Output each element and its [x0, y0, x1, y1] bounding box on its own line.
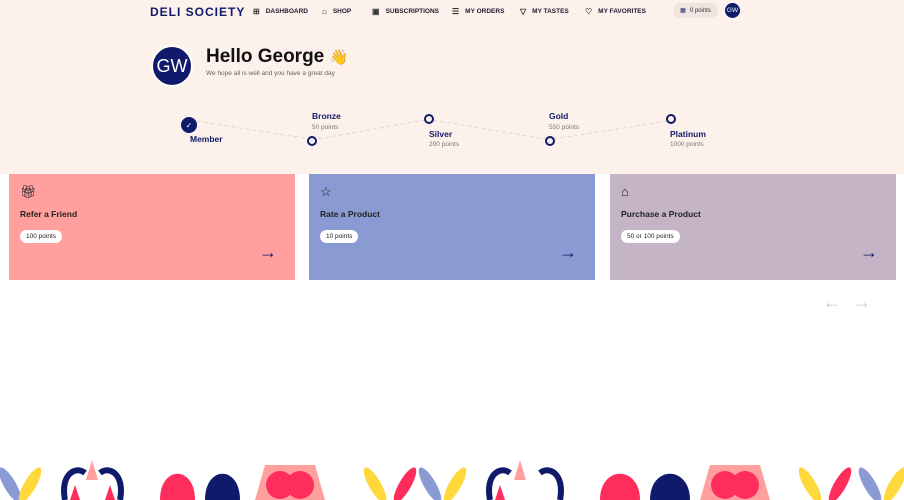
card-title: Purchase a Product: [621, 209, 701, 219]
carousel-next-button[interactable]: →: [853, 292, 871, 313]
arrow-right-icon[interactable]: →: [559, 242, 577, 263]
carousel-prev-button[interactable]: ←: [823, 292, 841, 313]
check-icon: ✓: [181, 117, 197, 133]
tier-dot: [666, 114, 676, 124]
tier-points: 1000 points: [670, 141, 704, 148]
card-points-badge: 50 or 100 points: [621, 230, 680, 243]
gift-icon: 🎁︎: [20, 184, 37, 199]
tier-member: Member: [190, 134, 223, 144]
card-refer-friend[interactable]: 🎁︎ Refer a Friend 100 points →: [9, 174, 295, 280]
tier-platinum: Platinum: [670, 129, 706, 139]
tier-points: 550 points: [549, 124, 579, 131]
card-title: Rate a Product: [320, 209, 380, 219]
tier-points: 200 points: [429, 141, 459, 148]
tier-dot: [424, 114, 434, 124]
tier-silver: Silver: [429, 129, 453, 139]
arrow-right-icon[interactable]: →: [860, 242, 878, 263]
card-purchase-product[interactable]: ⌂ Purchase a Product 50 or 100 points →: [610, 174, 896, 280]
arrow-right-icon[interactable]: →: [259, 242, 277, 263]
star-comment-icon: ☆: [320, 184, 332, 199]
card-points-badge: 10 points: [320, 230, 359, 243]
tag-icon: ⌂: [621, 184, 629, 199]
card-rate-product[interactable]: ☆ Rate a Product 10 points →: [309, 174, 595, 280]
tier-gold: Gold: [549, 111, 569, 121]
decorative-pattern: [0, 460, 904, 500]
tier-dot: [545, 136, 555, 146]
card-title: Refer a Friend: [20, 209, 78, 219]
card-points-badge: 100 points: [20, 230, 62, 243]
tier-bronze: Bronze: [312, 111, 341, 121]
tier-points: 50 points: [312, 124, 339, 131]
tier-dot: [307, 136, 317, 146]
